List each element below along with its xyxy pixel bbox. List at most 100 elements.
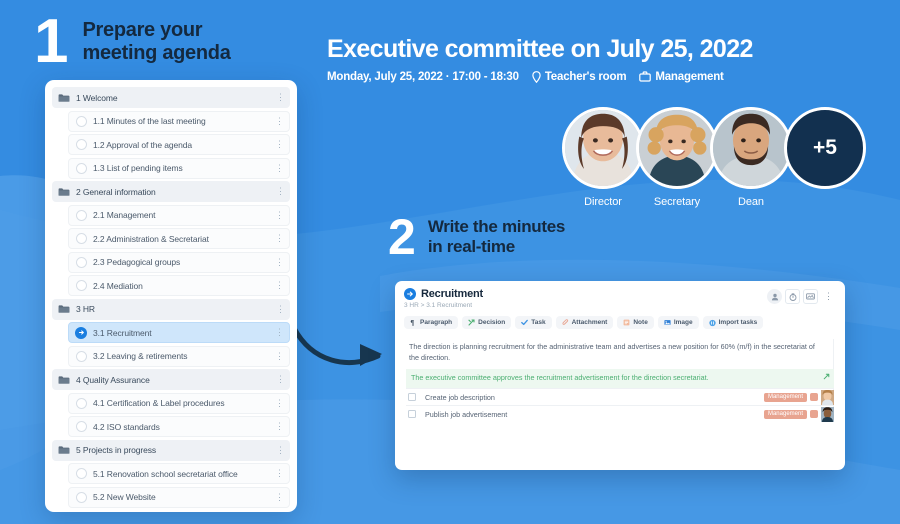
pin-icon (532, 70, 541, 83)
arrow-out-icon[interactable] (823, 373, 830, 385)
decision-icon (468, 319, 475, 326)
agenda-item-menu-icon[interactable]: ⋮ (275, 210, 284, 220)
agenda-section-row[interactable]: 2 General information ⋮ (52, 181, 290, 202)
avatar[interactable] (710, 107, 792, 189)
participant-role-label: Secretary (653, 196, 701, 208)
step-2-number: 2 (388, 209, 416, 265)
curved-arrow-icon (291, 325, 382, 366)
toolbar-button-paragraph[interactable]: ¶ Paragraph (404, 316, 459, 329)
toolbar-button-label: Attachment (571, 319, 608, 326)
more-vertical-icon[interactable]: ⋮ (821, 289, 836, 304)
task-row[interactable]: Create job description Management (406, 388, 834, 405)
agenda-item-row[interactable]: 5.2 New Website ⋮ (68, 486, 290, 508)
agenda-item-label: 3.1 Recruitment (93, 327, 152, 338)
participants-overflow-badge[interactable]: +5 (784, 107, 866, 189)
folder-icon (58, 444, 70, 456)
task-tag[interactable]: Management (763, 409, 807, 419)
agenda-item-menu-icon[interactable]: ⋮ (276, 445, 285, 455)
page-title: Executive committee on July 25, 2022 (327, 35, 753, 63)
note-icon (623, 319, 630, 326)
step-1-number: 1 (34, 7, 69, 76)
task-tag[interactable]: Management (763, 392, 807, 402)
circle-icon-shape (75, 421, 87, 432)
agenda-item-menu-icon[interactable]: ⋮ (276, 375, 285, 384)
agenda-item-menu-icon[interactable]: ⋮ (275, 492, 284, 502)
task-checkbox[interactable] (408, 410, 416, 419)
task-assignee-avatar[interactable] (821, 389, 834, 405)
circle-icon-shape (75, 256, 87, 268)
toolbar-button-decision[interactable]: Decision (462, 316, 512, 329)
circle-icon (75, 209, 87, 221)
folder-icon (58, 374, 70, 386)
editor-decision[interactable]: The executive committee approves the rec… (406, 369, 834, 389)
toolbar-button-image[interactable]: Image (657, 316, 699, 329)
agenda-item-row[interactable]: 4.1 Certification & Label procedures ⋮ (68, 392, 290, 414)
agenda-item-menu-icon[interactable]: ⋮ (276, 93, 285, 102)
task-row[interactable]: Publish job advertisement Management (406, 405, 834, 422)
agenda-item-menu-icon[interactable]: ⋮ (275, 328, 284, 337)
editor-paragraph[interactable]: The direction is planning recruitment fo… (406, 339, 834, 367)
agenda-item-row[interactable]: 3.1 Recruitment ⋮ (68, 322, 290, 343)
task-tag-swatch (810, 410, 818, 419)
agenda-item-menu-icon[interactable]: ⋮ (275, 116, 284, 126)
step-1-title-line2: meeting agenda (82, 42, 231, 65)
participant[interactable]: Dean (710, 107, 792, 208)
agenda-section-row[interactable]: 3 HR ⋮ (52, 298, 290, 320)
circle-icon (75, 280, 87, 292)
task-label: Publish job advertisement (425, 409, 508, 419)
agenda-item-menu-icon[interactable]: ⋮ (276, 304, 285, 314)
presentation-icon[interactable] (803, 289, 818, 304)
toolbar-button-task[interactable]: Task (515, 316, 552, 329)
meeting-location-label: Teacher's room (544, 70, 627, 83)
agenda-item-label: 3.2 Leaving & retirements (93, 351, 188, 361)
person-icon[interactable] (767, 289, 782, 304)
participant[interactable]: Director (562, 107, 644, 208)
agenda-item-menu-icon[interactable]: ⋮ (275, 422, 284, 431)
agenda-item-row[interactable]: 4.2 ISO standards ⋮ (68, 416, 290, 437)
participants-overflow[interactable]: +5 (784, 107, 866, 208)
circle-icon (75, 491, 87, 503)
agenda-item-menu-icon[interactable]: ⋮ (275, 234, 284, 243)
circle-icon-shape (75, 468, 87, 479)
agenda-item-row[interactable]: 2.4 Mediation ⋮ (68, 275, 290, 296)
circle-icon (75, 468, 87, 480)
avatar[interactable] (636, 107, 718, 189)
participant[interactable]: Secretary (636, 107, 718, 208)
avatar[interactable] (562, 107, 644, 189)
task-assignee-avatar[interactable] (821, 406, 834, 422)
agenda-section-row[interactable]: 5 Projects in progress ⋮ (52, 439, 290, 461)
agenda-item-menu-icon[interactable]: ⋮ (275, 351, 284, 361)
task-checkbox[interactable] (408, 393, 416, 402)
agenda-item-row[interactable]: 2.3 Pedagogical groups ⋮ (68, 251, 290, 273)
agenda-item-menu-icon[interactable]: ⋮ (275, 281, 284, 290)
toolbar-button-attachment[interactable]: Attachment (555, 316, 614, 329)
agenda-item-menu-icon[interactable]: ⋮ (275, 140, 284, 149)
agenda-item-row[interactable]: 3.2 Leaving & retirements ⋮ (68, 345, 290, 367)
agenda-item-menu-icon[interactable]: ⋮ (275, 398, 284, 408)
agenda-item-row[interactable]: 2.1 Management ⋮ (68, 204, 290, 226)
meeting-category: Management (639, 71, 724, 83)
agenda-section-row[interactable]: 1 Welcome ⋮ (52, 87, 290, 108)
participant-role-label: Director (584, 196, 622, 208)
agenda-item-label: 5 Projects in progress (76, 445, 157, 455)
timer-icon[interactable] (785, 289, 800, 304)
toolbar-button-note[interactable]: Note (617, 316, 654, 329)
agenda-item-label: 1.1 Minutes of the last meeting (93, 116, 206, 126)
agenda-item-menu-icon[interactable]: ⋮ (276, 187, 285, 196)
agenda-section-row[interactable]: 4 Quality Assurance ⋮ (52, 369, 290, 390)
circle-icon-shape (75, 209, 87, 221)
agenda-item-row[interactable]: 1.3 List of pending items ⋮ (68, 157, 290, 179)
agenda-item-row[interactable]: 1.1 Minutes of the last meeting ⋮ (68, 110, 290, 132)
meeting-location: Teacher's room (532, 71, 627, 83)
agenda-item-menu-icon[interactable]: ⋮ (275, 163, 284, 173)
agenda-item-row[interactable]: 1.2 Approval of the agenda ⋮ (68, 134, 290, 155)
agenda-item-row[interactable]: 2.2 Administration & Secretariat ⋮ (68, 228, 290, 249)
step-1-title-line1: Prepare your (82, 18, 203, 41)
toolbar-button-import-tasks[interactable]: Import tasks (702, 316, 764, 329)
toolbar-button-label: Task (531, 319, 546, 326)
participant-role-label: Dean (738, 196, 764, 208)
agenda-item-menu-icon[interactable]: ⋮ (275, 469, 284, 478)
agenda-card: 1 Welcome ⋮ 1.1 Minutes of the last meetin… (45, 80, 297, 512)
agenda-item-row[interactable]: 5.1 Renovation school secretariat office… (68, 463, 290, 484)
agenda-item-menu-icon[interactable]: ⋮ (275, 257, 284, 267)
